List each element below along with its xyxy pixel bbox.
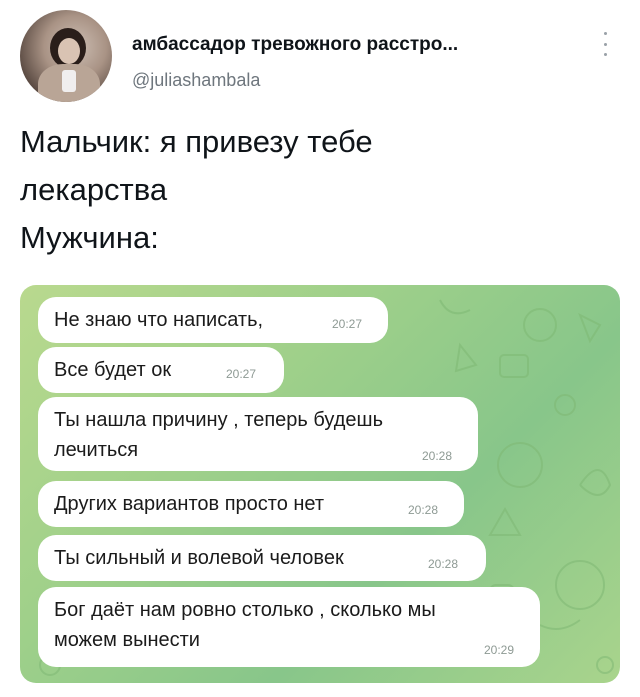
tweet-text-line: лекарства <box>20 172 168 207</box>
chat-screenshot[interactable]: Не знаю что написать, 20:27 Все будет ок… <box>20 285 620 683</box>
tweet-text-line: Мужчина: <box>20 220 159 255</box>
message-text: Ты нашла причину , теперь будешь <box>54 409 383 431</box>
message-time: 20:29 <box>484 643 515 657</box>
message-text: лечиться <box>54 439 139 461</box>
message-time: 20:28 <box>422 449 453 463</box>
tweet-text-line: Мальчик: я привезу тебе <box>20 124 373 159</box>
message-text: Не знаю что написать, <box>54 309 264 331</box>
message-text: Ты сильный и волевой человек <box>54 547 344 569</box>
tweet-header: амбассадор тревожного расстро... @julias… <box>20 10 620 110</box>
message-bubble[interactable]: Ты сильный и волевой человек 20:28 <box>38 535 486 581</box>
message-time: 20:28 <box>428 557 459 571</box>
tweet-text: Мальчик: я привезу тебе лекарства Мужчин… <box>20 118 620 262</box>
message-bubble[interactable]: Не знаю что написать, 20:27 <box>38 297 388 343</box>
author-handle[interactable]: @juliashambala <box>132 70 260 91</box>
message-text: Бог даёт нам ровно столько , сколько мы <box>54 599 436 621</box>
message-time: 20:27 <box>226 367 257 381</box>
message-bubble[interactable]: Других вариантов просто нет 20:28 <box>38 481 464 527</box>
message-bubble[interactable]: Все будет ок 20:27 <box>38 347 284 393</box>
message-time: 20:27 <box>332 317 363 331</box>
message-time: 20:28 <box>408 503 439 517</box>
message-text: Все будет ок <box>54 359 172 381</box>
avatar[interactable] <box>20 10 112 102</box>
message-text: можем вынести <box>54 629 200 651</box>
message-bubble[interactable]: Ты нашла причину , теперь будешь лечитьс… <box>38 397 478 471</box>
more-vertical-icon[interactable] <box>600 32 610 56</box>
author-name[interactable]: амбассадор тревожного расстро... <box>132 34 458 56</box>
message-text: Других вариантов просто нет <box>54 493 325 515</box>
message-bubble[interactable]: Бог даёт нам ровно столько , сколько мы … <box>38 587 540 667</box>
